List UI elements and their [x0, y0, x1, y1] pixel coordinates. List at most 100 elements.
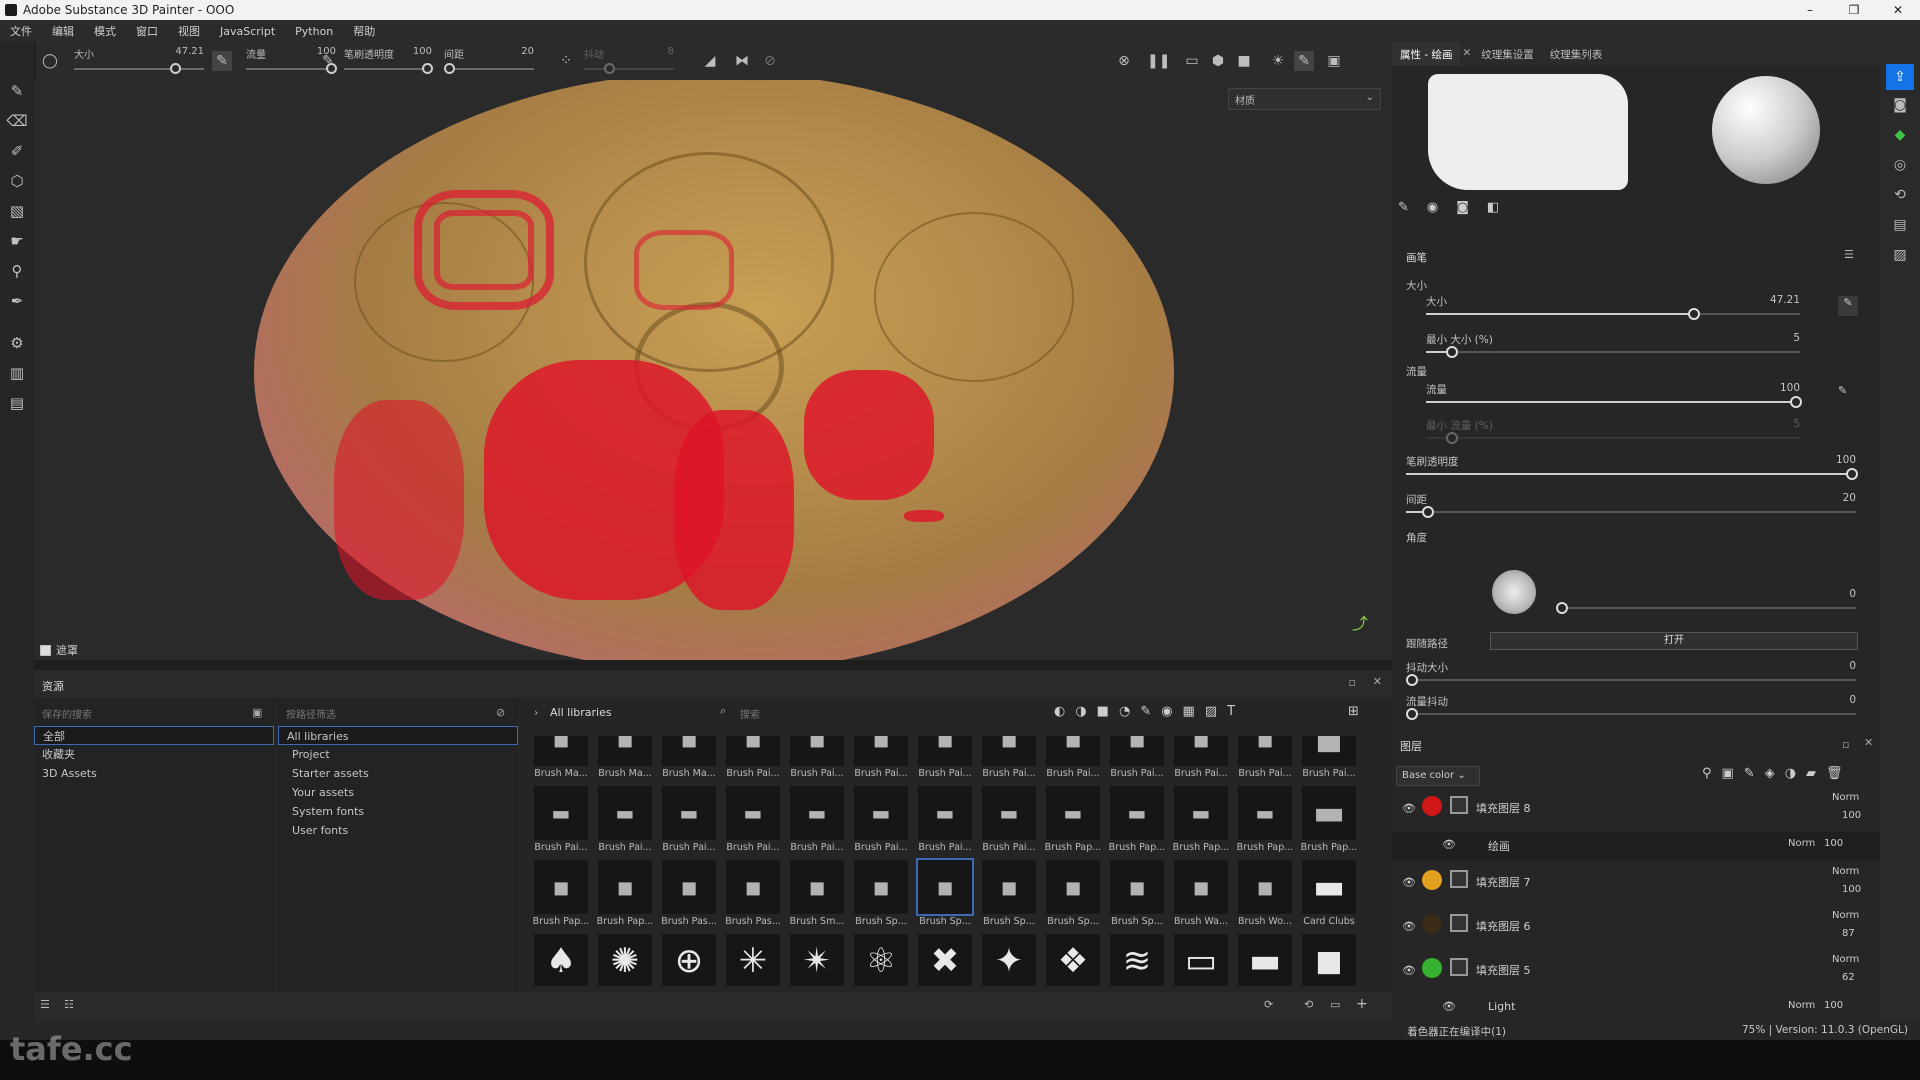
tree-all-libraries[interactable]: All libraries: [278, 726, 518, 745]
layer-name[interactable]: 填充图层 6: [1476, 918, 1531, 934]
paint-brush-icon[interactable]: ✎: [0, 76, 34, 106]
asset-thumbnail[interactable]: ◼ Brush Pai...: [1170, 736, 1232, 782]
asset-thumbnail[interactable]: ◼ Brush Pas...: [722, 858, 784, 930]
layer-row[interactable]: 👁 填充图层 6 Norm 87: [1392, 906, 1880, 950]
visibility-eye-icon[interactable]: 👁: [1402, 876, 1416, 889]
float-icon[interactable]: ▫: [1842, 738, 1849, 751]
layer-row[interactable]: 👁 填充图层 7 Norm 100: [1392, 862, 1880, 906]
asset-thumbnail[interactable]: ♠Card Dia...: [530, 932, 592, 986]
save-search-icon[interactable]: ▣: [252, 706, 262, 719]
history-icon[interactable]: ⟲: [1304, 998, 1313, 1011]
menu-help[interactable]: 帮助: [343, 23, 385, 39]
pause-icon[interactable]: ❚❚: [1147, 51, 1170, 71]
asset-thumbnail[interactable]: ◼ Brush Pai...: [914, 736, 976, 782]
asset-thumbnail[interactable]: ▬ Brush Pai...: [850, 784, 912, 856]
asset-thumbnail[interactable]: ▬ Brush Pap...: [1298, 784, 1360, 856]
blend-mode-select[interactable]: Norm: [1832, 910, 1859, 921]
layer-name[interactable]: 绘画: [1488, 838, 1510, 854]
asset-thumbnail[interactable]: ▭Celtic Ro...: [1170, 932, 1232, 986]
symmetry-icon[interactable]: ◢: [700, 51, 720, 71]
min-size-slider[interactable]: 最小 大小 (%) 5: [1426, 332, 1800, 366]
asset-thumbnail[interactable]: ≋Celtic Cro...: [1106, 932, 1168, 986]
toolbar-opacity-slider[interactable]: 笔刷透明度 100: [344, 42, 433, 80]
asset-thumbnail[interactable]: ❖Celtic Cro...: [1042, 932, 1104, 986]
tab-texture-set-list[interactable]: 纹理集列表: [1542, 42, 1611, 66]
add-icon[interactable]: +: [1356, 996, 1368, 1012]
mask-checkbox[interactable]: [40, 644, 51, 656]
brush-circle-icon[interactable]: ◯: [40, 51, 60, 71]
asset-thumbnail[interactable]: ◼Celtic Wave: [1298, 932, 1360, 986]
property-category-icons[interactable]: ✎◉◙◧: [1398, 200, 1878, 224]
fill-color-swatch[interactable]: [1422, 958, 1442, 978]
color-picker-icon[interactable]: ✒: [0, 286, 34, 316]
asset-thumbnail[interactable]: ◼ Brush Pas...: [658, 858, 720, 930]
asset-search-input[interactable]: 搜索: [740, 706, 760, 721]
viewport-material-dropdown[interactable]: 材质 ⌄: [1228, 88, 1381, 110]
visibility-eye-icon[interactable]: 👁: [1402, 964, 1416, 977]
asset-thumbnail[interactable]: ✖Celtic Cro...: [914, 932, 976, 986]
asset-thumbnail[interactable]: ◼ Brush Pai...: [1234, 736, 1296, 782]
flow-pressure-icon[interactable]: ✎: [318, 51, 338, 71]
menu-python[interactable]: Python: [285, 25, 343, 38]
pen-pressure-icon[interactable]: ✎: [212, 51, 232, 71]
asset-thumbnail[interactable]: ◼ Brush Sp...: [1106, 858, 1168, 930]
display-settings-icon[interactable]: ◙: [1880, 90, 1920, 120]
toolbar-spacing-slider[interactable]: 间距 20: [444, 42, 534, 80]
asset-thumbnail[interactable]: ◼ Brush Pai...: [850, 736, 912, 782]
angle-slider[interactable]: 0: [1556, 588, 1856, 622]
flow-jitter-slider[interactable]: 流量抖动 0: [1406, 694, 1856, 728]
screenshot-icon[interactable]: ▣: [1324, 51, 1344, 71]
eraser-icon[interactable]: ⌫: [0, 106, 34, 136]
visibility-eye-icon[interactable]: 👁: [1442, 1000, 1456, 1013]
viewport-mask-toggle[interactable]: 遮罩: [40, 642, 78, 658]
smudge-icon[interactable]: ☛: [0, 226, 34, 256]
layer-mask-icon[interactable]: [1450, 958, 1468, 976]
filter-visibility-icon[interactable]: ⊘: [496, 706, 505, 719]
presets-menu-icon[interactable]: ☰: [1844, 248, 1854, 261]
history-icon[interactable]: ⟲: [1880, 180, 1920, 210]
layer-name[interactable]: 填充图层 7: [1476, 874, 1531, 890]
asset-thumbnail[interactable]: ✳Celtic Bra...: [722, 932, 784, 986]
blend-mode-select[interactable]: Norm: [1832, 792, 1859, 803]
menu-javascript[interactable]: JavaScript: [210, 25, 285, 38]
asset-thumbnail[interactable]: ◼ Brush Pai...: [1042, 736, 1104, 782]
asset-thumbnail[interactable]: ⊕Card Spa...: [658, 932, 720, 986]
size-pressure-icon[interactable]: ✎: [1838, 296, 1858, 316]
menu-edit[interactable]: 编辑: [42, 23, 84, 39]
list-item-all[interactable]: 全部: [34, 726, 274, 745]
asset-thumbnail[interactable]: ◼ Brush Wo...: [1234, 858, 1296, 930]
polygon-fill-icon[interactable]: ⬡: [0, 166, 34, 196]
asset-thumbnail[interactable]: ⚛Celtic Cross: [850, 932, 912, 986]
view-3d-icon[interactable]: ⬢: [1208, 51, 1228, 71]
layer-name[interactable]: 填充图层 8: [1476, 800, 1531, 816]
blend-mode-select[interactable]: Norm: [1832, 866, 1859, 877]
3d-viewport[interactable]: 材质 ⌄ ⤴ 遮罩: [34, 80, 1392, 660]
visibility-eye-icon[interactable]: 👁: [1402, 802, 1416, 815]
light-icon[interactable]: ☀: [1268, 51, 1288, 71]
breadcrumb[interactable]: All libraries: [550, 706, 612, 719]
layer-name[interactable]: Light: [1488, 1000, 1515, 1013]
hide-icon[interactable]: ⊗: [1114, 51, 1134, 71]
tree-user-fonts[interactable]: User fonts: [278, 821, 518, 840]
folder-icon[interactable]: ▭: [1330, 998, 1340, 1011]
mirror-icon[interactable]: ⧓: [732, 51, 752, 71]
layer-opacity[interactable]: 100: [1842, 810, 1861, 821]
asset-thumbnail[interactable]: ▬ Brush Pai...: [722, 784, 784, 856]
asset-thumbnail[interactable]: ◼ Brush Sp...: [914, 858, 976, 930]
share-icon[interactable]: ⇪: [1886, 64, 1914, 90]
fill-color-swatch[interactable]: [1422, 870, 1442, 890]
detail-view-icon[interactable]: ☷: [64, 998, 74, 1011]
sublayer-row[interactable]: 👁 绘画 Norm 100: [1392, 832, 1880, 860]
asset-thumbnail[interactable]: ◼ Brush Wa...: [1170, 858, 1232, 930]
texture-set-icon[interactable]: ▨: [1880, 240, 1920, 270]
blend-mode-select[interactable]: Norm: [1832, 954, 1859, 965]
list-item-3d-assets[interactable]: 3D Assets: [34, 764, 274, 783]
asset-thumbnail[interactable]: ◼ Brush Sp...: [850, 858, 912, 930]
asset-thumbnail[interactable]: ✦Celtic Cro...: [978, 932, 1040, 986]
layer-mask-icon[interactable]: [1450, 870, 1468, 888]
asset-thumbnail[interactable]: ▬ Brush Pap...: [1106, 784, 1168, 856]
asset-type-filters[interactable]: ◐◑■◔✎◉▦▨T: [1054, 704, 1245, 719]
view-2d-icon[interactable]: ▭: [1182, 51, 1202, 71]
minimize-button[interactable]: –: [1788, 3, 1832, 17]
breadcrumb-chevron-icon[interactable]: ›: [534, 706, 538, 719]
